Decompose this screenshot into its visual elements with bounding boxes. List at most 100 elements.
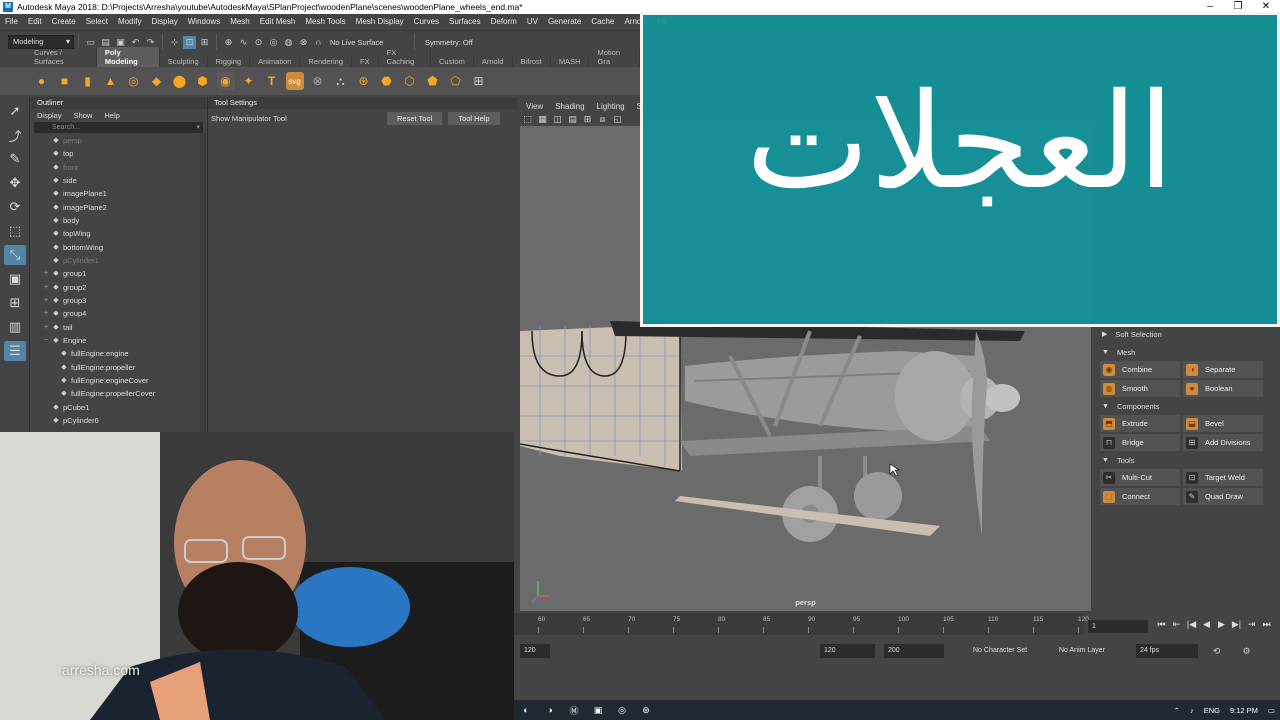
reset-tool-button[interactable]: Reset Tool [387,111,443,125]
snap-grid-icon[interactable]: ⊕ [222,36,235,49]
platonic-solid-icon[interactable]: ⬢ [194,72,212,90]
outliner-menu-help[interactable]: Help [98,111,125,120]
outliner-item[interactable]: − ◆ Engine [31,334,206,347]
multi-cut-icon[interactable]: ⊞ [470,72,488,90]
menu-deform[interactable]: Deform [486,17,522,26]
rotate-tool-icon[interactable]: ⟳ [4,197,26,217]
snap-curve-icon[interactable]: ∿ [237,36,250,49]
volume-icon[interactable]: ♪ [1190,706,1194,715]
current-frame-field[interactable]: 1 [1088,620,1148,633]
shelf-tab-mash[interactable]: MASH [551,56,590,67]
outliner-item[interactable]: ◆ persp [31,134,206,147]
outliner-item[interactable]: ◆ front [31,161,206,174]
single-pane-layout-icon[interactable]: ▣ [4,269,26,289]
step-forward-frame-icon[interactable]: ▶| [1229,619,1244,630]
snap-view-icon[interactable]: ◎ [267,36,280,49]
poly-cube-icon[interactable]: ■ [56,72,74,90]
smooth-button[interactable]: ◍ Smooth [1100,380,1180,397]
outliner-item[interactable]: ◆ topWing [31,227,206,240]
bookmark-icon[interactable]: ◫ [551,113,564,126]
menu-mesh-display[interactable]: Mesh Display [351,17,409,26]
viewport-menu-shading[interactable]: Shading [549,102,590,111]
outliner-item[interactable]: ◆ fullEngine:engineCover [31,374,206,387]
shelf-tab-arnold[interactable]: Arnold [474,56,513,67]
fill-hole-icon[interactable]: ⬠ [447,72,465,90]
bevel-button[interactable]: ⬓ Bevel [1183,415,1263,432]
type-tool-icon[interactable]: T [263,72,281,90]
outliner-item[interactable]: ◆ fullEngine:propeller [31,361,206,374]
outliner-item[interactable]: ◆ body [31,214,206,227]
quad-draw-button[interactable]: ✎ Quad Draw [1183,488,1263,505]
outliner-menu-display[interactable]: Display [31,111,68,120]
outliner-item[interactable]: ◆ bottomWing [31,241,206,254]
viewport-menu-lighting[interactable]: Lighting [591,102,631,111]
smooth-icon[interactable]: ⊛ [355,72,373,90]
menu-edit-mesh[interactable]: Edit Mesh [255,17,301,26]
snap-point-icon[interactable]: ⊙ [252,36,265,49]
photos-icon[interactable]: ▣ [590,703,606,717]
shelf-tab-curves-surfaces[interactable]: Curves / Surfaces [26,47,97,67]
expand-toggle[interactable]: + [41,294,51,307]
grid-icon[interactable]: ⊞ [581,113,594,126]
language-indicator[interactable]: ENG [1204,706,1220,715]
go-to-end-icon[interactable]: ⏭ [1259,619,1274,630]
outliner-item[interactable]: + ◆ group1 [31,267,206,280]
anim-layer-dropdown[interactable]: No Anim Layer [1055,644,1130,658]
menu-create[interactable]: Create [47,17,81,26]
shelf-tab-custom[interactable]: Custom [431,56,474,67]
outliner-scrollbar[interactable] [200,133,206,432]
shelf-tab-fx-caching[interactable]: FX Caching [379,47,432,67]
outliner-item[interactable]: + ◆ tail [31,321,206,334]
outliner-item[interactable]: + ◆ group3 [31,294,206,307]
time-ruler[interactable]: 60 65 70 75 80 85 90 95 100 105 110 115 120 [514,613,1089,635]
outliner-item[interactable]: + ◆ group2 [31,281,206,294]
select-component-icon[interactable]: ⊞ [198,36,211,49]
menu-file[interactable]: File [0,17,23,26]
command-line[interactable] [514,664,1280,698]
poly-disc-icon[interactable]: ⬤ [171,72,189,90]
live-surface-label[interactable]: No Live Surface [330,38,410,47]
fps-dropdown[interactable]: 24 fps [1136,644,1198,658]
poly-cylinder-icon[interactable]: ▮ [79,72,97,90]
chrome-icon[interactable]: ⊛ [638,703,654,717]
add-divisions-button[interactable]: ⊞ Add Divisions [1183,434,1263,451]
select-object-icon[interactable]: ⊡ [183,35,196,49]
outliner-item[interactable]: ◆ pCube1 [31,401,206,414]
wireframe-icon[interactable]: ◱ [611,113,624,126]
viewport-menu-view[interactable]: View [520,102,549,111]
select-hierarchy-icon[interactable]: ⊹ [168,36,181,49]
camera-attributes-icon[interactable]: ▦ [536,113,549,126]
character-set-dropdown[interactable]: No Character Set [969,644,1046,658]
paint-select-icon[interactable]: ✎ [4,149,26,169]
extrude-button[interactable]: ⬒ Extrude [1100,415,1180,432]
lasso-tool-icon[interactable]: ⤴ [4,125,26,145]
outliner-item[interactable]: ◆ fullEngine:propellerCover [31,387,206,400]
go-to-start-icon[interactable]: ⏮ [1154,619,1169,630]
menu-cache[interactable]: Cache [586,17,619,26]
maya-icon[interactable]: Ⓜ [566,703,582,717]
poly-sphere-icon[interactable]: ● [33,72,51,90]
bridge-icon[interactable]: ⬡ [401,72,419,90]
play-forward-icon[interactable]: ▶ [1214,619,1229,630]
browser-icon[interactable]: ◎ [614,703,630,717]
tool-help-button[interactable]: Tool Help [448,111,500,125]
bevel-icon[interactable]: ⬟ [424,72,442,90]
outliner-item[interactable]: ◆ pCylinder6 [31,414,206,427]
expand-toggle[interactable]: − [41,334,51,347]
outliner-search-input[interactable]: Search... [34,122,203,133]
sculpt-icon[interactable]: ⊗ [309,72,327,90]
components-section-header[interactable]: ▼ Components [1096,397,1280,415]
shelf-tab-poly-modeling[interactable]: Poly Modeling [96,47,160,67]
outliner-item[interactable]: ◆ side [31,174,206,187]
snap-pivot-icon[interactable]: ⊗ [297,36,310,49]
boolean-button[interactable]: ● Boolean [1183,380,1263,397]
two-pane-layout-icon[interactable]: ▥ [4,317,26,337]
step-forward-key-icon[interactable]: ⇥ [1244,619,1259,630]
menu-surfaces[interactable]: Surfaces [444,17,486,26]
soft-selection-header[interactable]: ▶ Soft Selection [1096,325,1280,343]
range-end-field[interactable]: 120 [820,644,875,658]
shelf-tab-fx[interactable]: FX [352,56,379,67]
expand-toggle[interactable]: + [41,307,51,320]
multi-cut-button[interactable]: ✂ Multi-Cut [1100,469,1180,486]
film-gate-icon[interactable]: ⧈ [596,113,609,126]
